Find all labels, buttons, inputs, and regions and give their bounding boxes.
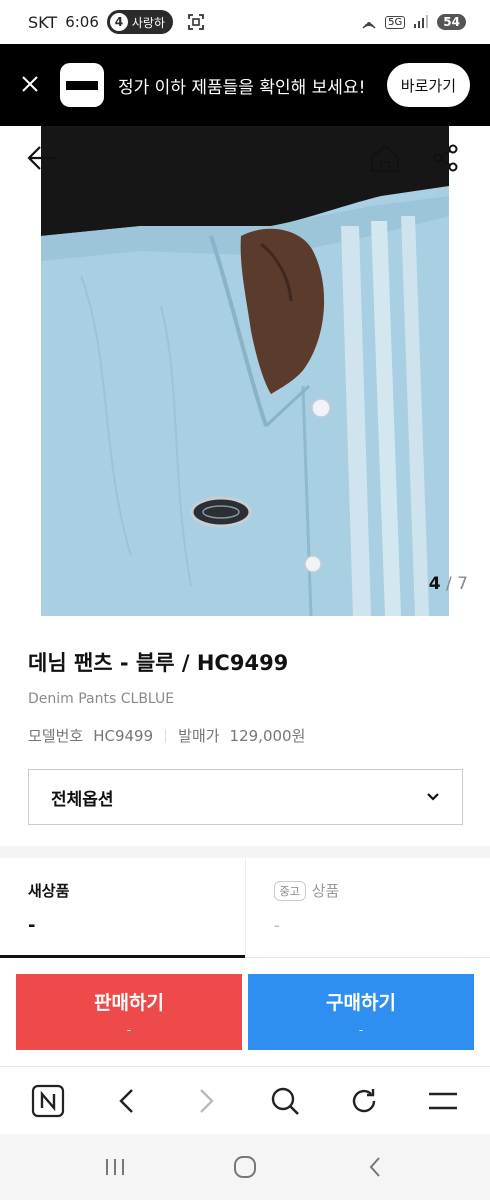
system-navigation-bar (0, 1134, 490, 1200)
signal-icon (414, 15, 429, 28)
buy-button-price: - (358, 1022, 364, 1037)
promo-banner: 정가 이하 제품들을 확인해 보세요! 바로가기 (0, 44, 490, 126)
refresh-icon[interactable] (340, 1077, 388, 1125)
home-circle-icon[interactable] (225, 1147, 265, 1187)
browser-toolbar (0, 1066, 490, 1134)
option-select[interactable]: 전체옵션 (28, 769, 463, 825)
status-carrier: SKT (28, 12, 58, 32)
product-meta: 모델번호 HC9499 발매가 129,000원 (28, 725, 462, 746)
status-time: 6:06 (65, 13, 99, 31)
tab-used[interactable]: 중고 상품 - (244, 858, 490, 958)
tab-underline (245, 957, 490, 958)
product-title: 데님 팬츠 - 블루 / HC9499 (28, 651, 289, 675)
product-info: 데님 팬츠 - 블루 / HC9499 Denim Pants CLBLUE 모… (0, 616, 490, 846)
menu-icon[interactable] (419, 1077, 467, 1125)
buy-button[interactable]: 구매하기 - (248, 974, 474, 1050)
hotspot-icon (362, 22, 376, 29)
condition-tabs: 새상품 - 중고 상품 - (0, 858, 490, 958)
image-counter: 4 / 7 (429, 574, 468, 594)
browser-forward-icon[interactable] (182, 1077, 230, 1125)
tab-used-header: 중고 상품 (273, 880, 463, 901)
action-buttons: 판매하기 - 구매하기 - (16, 974, 474, 1050)
notification-badge: 4 사랑하 (106, 10, 173, 34)
tab-new-price: - (28, 915, 36, 936)
notification-count: 4 (109, 13, 128, 31)
product-top-nav (0, 126, 490, 188)
n-logo-icon[interactable] (24, 1077, 72, 1125)
system-back-icon[interactable] (355, 1147, 395, 1187)
back-arrow-icon[interactable] (22, 138, 62, 178)
sell-button-price: - (126, 1022, 132, 1037)
share-icon[interactable] (426, 138, 466, 178)
screenshot-icon (188, 14, 204, 30)
tab-new-label: 새상품 (28, 882, 70, 900)
notification-text: 사랑하 (131, 15, 165, 30)
image-total: / 7 (446, 574, 468, 594)
option-select-label: 전체옵션 (51, 789, 114, 810)
product-photo (41, 126, 449, 616)
meta-divider (165, 728, 167, 743)
tab-used-label: 상품 (311, 882, 340, 900)
battery-indicator: 54 (437, 14, 466, 30)
tab-used-price: - (273, 915, 281, 936)
model-number-value: HC9499 (93, 726, 154, 745)
image-index: 4 (428, 574, 441, 594)
buy-button-label: 구매하기 (326, 991, 396, 1014)
sell-button[interactable]: 판매하기 - (16, 974, 242, 1050)
release-price-label: 발매가 (178, 727, 220, 745)
search-icon[interactable] (261, 1077, 309, 1125)
promo-go-button[interactable]: 바로가기 (386, 63, 470, 107)
app-logo (60, 63, 104, 107)
browser-back-icon[interactable] (103, 1077, 151, 1125)
close-icon[interactable] (20, 70, 48, 100)
tab-new[interactable]: 새상품 - (0, 858, 245, 958)
home-icon[interactable] (364, 138, 406, 178)
product-image-carousel[interactable]: 4 / 7 (0, 126, 490, 616)
release-price-value: 129,000원 (229, 727, 306, 745)
model-number-label: 모델번호 (28, 727, 84, 745)
status-bar: SKT 6:06 4 사랑하 5G 54 (0, 0, 490, 44)
promo-message: 정가 이하 제품들을 확인해 보세요! (118, 77, 366, 98)
product-subtitle: Denim Pants CLBLUE (28, 691, 175, 707)
network-label: 5G (385, 15, 406, 29)
chevron-down-icon (426, 787, 440, 807)
recents-icon[interactable] (95, 1147, 135, 1187)
section-divider (0, 846, 490, 858)
used-badge: 중고 (273, 880, 306, 901)
sell-button-label: 판매하기 (94, 991, 164, 1014)
